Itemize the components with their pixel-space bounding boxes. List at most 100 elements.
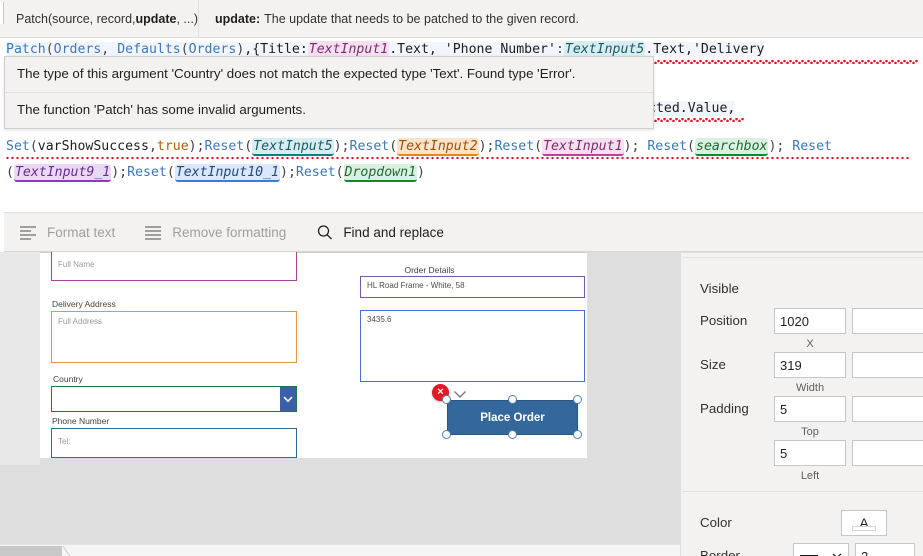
format-text-label: Format text (47, 224, 116, 240)
token-delivery: 'Delivery (692, 42, 765, 57)
padding-fields-left: Left (774, 440, 923, 484)
resize-handle-bottom-center[interactable] (508, 430, 517, 439)
property-row-position: Position X (683, 308, 923, 352)
remove-formatting-label: Remove formatting (172, 224, 287, 240)
size-label: Size (700, 357, 726, 372)
formula-line-2[interactable]: cted.Value, (648, 101, 736, 116)
app-root: Patch(source, record, update, ...) updat… (0, 0, 923, 556)
formula-line-3[interactable]: Set(varShowSuccess,true);Reset(TextInput… (6, 138, 832, 156)
token-orders-2: Orders (188, 42, 237, 57)
order-item-input[interactable]: HL Road Frame - White, 58 (360, 276, 585, 298)
token-paren: ( (45, 42, 54, 57)
padding-left-input[interactable] (774, 440, 846, 466)
format-text-button[interactable]: Format text (20, 224, 115, 240)
phone-number-input[interactable]: Tel: (51, 428, 297, 458)
formula-line-1[interactable]: Patch(Orders, Defaults(Orders),{Title:Te… (6, 41, 765, 59)
size-width-input[interactable] (774, 352, 846, 378)
resize-handle-top-right[interactable] (573, 395, 582, 404)
full-name-input[interactable]: Full Name (51, 252, 297, 281)
token-phone-number-key: 'Phone Number' (444, 42, 556, 57)
token-paren: ( (389, 139, 398, 154)
token-comma: , (148, 139, 157, 154)
canvas-horizontal-scrollbar[interactable] (0, 544, 680, 556)
app-canvas[interactable]: Full Name Delivery Address Full Address … (0, 252, 680, 544)
border-style-dropdown[interactable] (793, 543, 849, 556)
token-comma: , (101, 42, 118, 57)
appearance-properties-section: Color A Border (683, 492, 923, 556)
scrollbar-thumb[interactable] (0, 546, 62, 556)
parameter-help-text: The update that needs to be patched to t… (264, 11, 579, 26)
token-paren: ( (335, 165, 344, 180)
token-varshowsuccess: varShowSuccess (37, 139, 149, 154)
font-color-button[interactable]: A (841, 510, 887, 536)
resize-handle-top-left[interactable] (442, 395, 451, 404)
padding-top-input[interactable] (774, 396, 846, 422)
resize-handle-top-center[interactable] (508, 395, 517, 404)
app-screen[interactable]: Full Name Delivery Address Full Address … (40, 252, 587, 458)
position-x-caption: X (806, 338, 814, 350)
token-paren: ( (29, 139, 38, 154)
resize-handle-bottom-right[interactable] (573, 430, 582, 439)
property-row-padding-left: Left (683, 440, 923, 484)
find-and-replace-label: Find and replace (343, 224, 444, 240)
property-row-border: Border (683, 540, 923, 556)
padding-bottom-field (852, 396, 923, 440)
token-semicolon: ); (478, 139, 495, 154)
position-y-field (852, 308, 923, 352)
padding-right-input[interactable] (852, 440, 923, 466)
position-label: Position (700, 313, 748, 328)
token-semicolon: ); (188, 139, 205, 154)
token-textinput5-b: TextInput5 (252, 138, 334, 156)
token-semicolon: ); (280, 165, 296, 180)
formula-toolbar: Format text Remove formatting Find and r… (4, 212, 923, 252)
format-text-icon (20, 224, 38, 240)
error-squiggle-line2 (648, 118, 744, 122)
position-x-input[interactable] (774, 308, 846, 334)
full-name-placeholder: Full Name (58, 260, 95, 269)
error-tooltip: The type of this argument 'Country' does… (4, 56, 654, 129)
token-reset: Reset (792, 139, 832, 154)
property-row-visible: Visible (683, 276, 923, 308)
position-x-field: X (774, 308, 846, 352)
remove-formatting-button[interactable]: Remove formatting (145, 224, 286, 240)
chevron-down-icon[interactable] (280, 387, 296, 411)
padding-right-field (852, 440, 923, 484)
resize-handle-bottom-left[interactable] (442, 430, 451, 439)
border-width-input[interactable] (855, 543, 915, 556)
token-textinput2: TextInput2 (397, 138, 479, 156)
padding-bottom-input[interactable] (852, 396, 923, 422)
token-patch: Patch (6, 42, 46, 57)
position-y-input[interactable] (852, 308, 923, 334)
country-dropdown[interactable] (51, 386, 297, 412)
intellisense-header: Patch(source, record, update, ...) updat… (0, 0, 923, 38)
formula-line-4[interactable]: (TextInput9_1);Reset(TextInput10_1);Rese… (6, 164, 425, 182)
remove-formatting-icon (145, 224, 163, 240)
color-label: Color (700, 515, 732, 531)
token-paren: ( (687, 139, 695, 154)
scrollbar-divider (62, 545, 76, 556)
token-reset: Reset (127, 165, 167, 180)
token-semicolon: ); (333, 139, 350, 154)
token-dot-text: .Text, (389, 42, 445, 57)
order-total-input[interactable]: 3435.6 (360, 310, 585, 382)
error-message-1: The type of this argument 'Country' does… (17, 66, 576, 81)
phone-number-placeholder: Tel: (58, 437, 71, 446)
token-title-key: ,{Title: (244, 42, 308, 57)
token-colon: : (555, 42, 564, 57)
token-paren: ( (6, 165, 14, 180)
token-semicolon: ); (623, 139, 648, 154)
delivery-address-input[interactable]: Full Address (51, 311, 297, 363)
size-height-input[interactable] (852, 352, 923, 378)
token-searchbox: searchbox (695, 138, 769, 156)
size-fields: Width (774, 352, 923, 396)
size-width-field: Width (774, 352, 846, 396)
canvas-right-gutter (587, 252, 680, 465)
delivery-address-label: Delivery Address (52, 299, 116, 309)
formula-bar-left-edge (0, 2, 4, 24)
token-reset: Reset (494, 139, 535, 154)
order-total-value: 3435.6 (367, 315, 392, 324)
token-reset: Reset (295, 165, 336, 180)
padding-left-caption: Left (800, 470, 820, 482)
find-and-replace-button[interactable]: Find and replace (316, 224, 444, 240)
token-reset: Reset (647, 139, 688, 154)
